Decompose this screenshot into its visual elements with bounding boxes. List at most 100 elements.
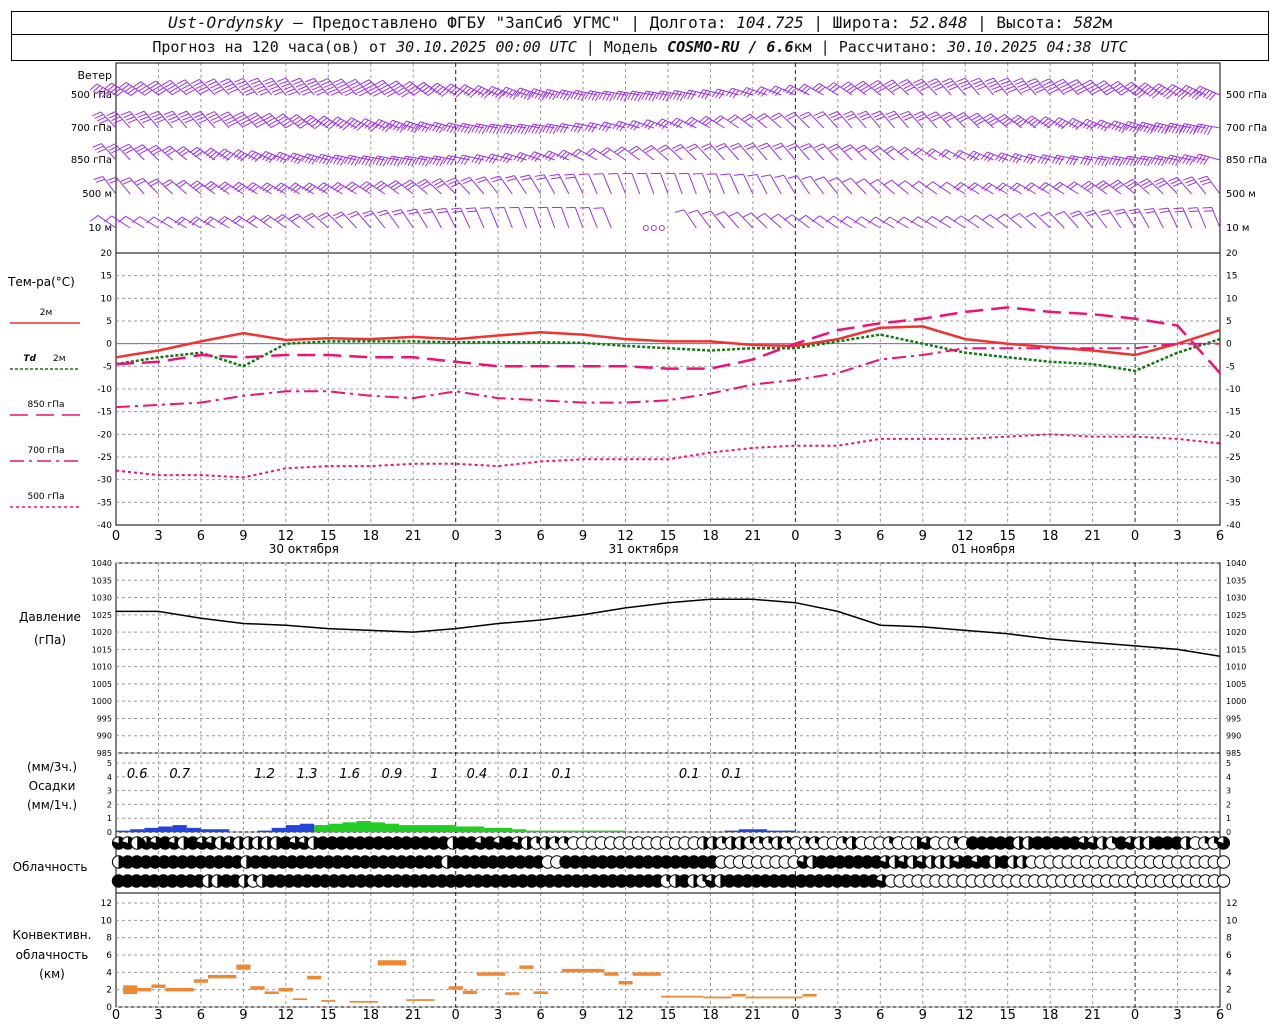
wind-barb	[643, 145, 669, 161]
wind-barb	[362, 210, 386, 229]
wind-barb	[867, 216, 895, 229]
meteogram: 500 гПа 500 гПа 700 гПа 700 гПа 850 гПа 850 г…	[7, 62, 1267, 1023]
conv-tick-right: 10	[1226, 916, 1238, 926]
convective-bar	[123, 985, 138, 994]
precip-tick-right: 1	[1226, 814, 1231, 823]
wind-barb	[613, 90, 640, 102]
barb-feather	[698, 116, 707, 123]
barb-feather	[841, 144, 851, 150]
barb-shaft	[617, 173, 627, 195]
precip-total-label: 1.6	[339, 767, 360, 782]
wind-barb	[436, 207, 457, 229]
barb-feather	[869, 80, 879, 86]
barb-feather	[205, 78, 215, 84]
temp-tick-right: 5	[1226, 317, 1232, 327]
barb-feather	[90, 215, 99, 222]
barb-feather	[431, 178, 441, 184]
barb-feather	[247, 112, 257, 118]
wind-barb	[118, 215, 145, 229]
barb-feather	[161, 79, 171, 86]
wind-barb	[549, 173, 570, 195]
barb-feather	[205, 111, 215, 116]
barb-shaft	[837, 177, 853, 195]
temp-tick-right: -25	[1226, 453, 1241, 463]
hour-tick-label-bottom: 9	[919, 1008, 927, 1023]
barb-feather	[1026, 78, 1036, 83]
conv-tick-left: 2	[106, 986, 112, 996]
pressure-tick-left: 1025	[92, 611, 112, 620]
hour-tick-label-bottom: 21	[1084, 1008, 1101, 1023]
pressure-tick-right: 1025	[1226, 611, 1246, 620]
barb-feather	[233, 111, 243, 117]
barb-shaft	[688, 173, 697, 195]
wind-barb	[797, 214, 824, 229]
barb-feather	[1010, 114, 1019, 122]
pressure-tick-left: 995	[97, 714, 112, 723]
precip-bar-heavy	[597, 830, 612, 832]
barb-shaft	[769, 174, 782, 195]
wind-barb	[1066, 181, 1093, 195]
barb-feather	[565, 176, 576, 179]
hour-tick-label: 21	[1084, 529, 1101, 544]
barb-feather	[92, 111, 102, 117]
barb-feather	[706, 173, 717, 175]
pressure-tick-right: 990	[1226, 732, 1241, 741]
precip-total-label: 1	[430, 767, 438, 782]
barb-shaft	[932, 216, 952, 229]
wind-level-label: 500 гПа	[71, 90, 112, 101]
barb-feather	[231, 215, 240, 223]
hour-tick-label: 3	[154, 529, 162, 544]
barb-shaft	[588, 207, 598, 229]
barb-feather	[1138, 178, 1148, 184]
barb-shaft	[737, 211, 754, 229]
wind-barb	[869, 80, 895, 96]
wind-barb	[897, 180, 924, 195]
hour-tick-label: 18	[702, 529, 719, 544]
barb-feather	[452, 210, 463, 213]
precip-bar-light	[300, 823, 315, 832]
precip-bar-light	[200, 829, 216, 832]
cloud-symbol	[1216, 874, 1231, 888]
wind-barb	[451, 207, 471, 229]
wind-barb	[1193, 85, 1221, 101]
temp-tick-left: 15	[101, 272, 112, 282]
wind-barb	[938, 215, 966, 229]
temp-tick-right: 0	[1226, 340, 1232, 350]
conv-tick-left: 6	[106, 951, 112, 961]
barb-feather	[842, 177, 852, 183]
wind-barb	[770, 213, 796, 229]
wind-barb	[967, 182, 994, 195]
precip-bar-light	[186, 827, 201, 832]
wind-barb	[1129, 208, 1150, 229]
barb-shaft	[631, 173, 641, 195]
precip-bar-heavy	[455, 826, 470, 832]
barb-shaft	[574, 207, 584, 229]
barb-feather	[938, 215, 947, 223]
wind-barb	[783, 214, 810, 229]
precip-bar-light	[172, 825, 187, 832]
hour-tick-label-bottom: 15	[320, 1008, 337, 1023]
wind-barb	[146, 216, 173, 229]
convective-bar	[731, 994, 746, 997]
barb-feather	[728, 211, 738, 217]
wind-barb	[274, 214, 301, 229]
barb-feather	[467, 210, 477, 213]
hour-tick-label-bottom: 3	[1173, 1008, 1181, 1023]
precip-bar-light	[215, 829, 230, 832]
barb-feather	[941, 77, 951, 83]
precip-bar-light	[767, 830, 782, 832]
convective-bar	[561, 968, 605, 973]
wind-barb	[513, 123, 541, 135]
wind-barb	[996, 213, 1023, 229]
precip-bar-heavy	[554, 830, 569, 832]
wind-barb	[1109, 179, 1136, 195]
wind-barb	[712, 115, 740, 129]
precip-label-a: (мм/3ч.)	[27, 760, 77, 774]
hour-tick-label-bottom: 6	[197, 1008, 205, 1023]
wind-barb	[910, 216, 938, 229]
barb-feather	[106, 111, 116, 116]
hour-tick-label: 3	[834, 529, 842, 544]
wind-barb	[1158, 207, 1178, 229]
wind-barb	[578, 173, 598, 195]
wind-level-label-right: 850 гПа	[1226, 155, 1267, 166]
